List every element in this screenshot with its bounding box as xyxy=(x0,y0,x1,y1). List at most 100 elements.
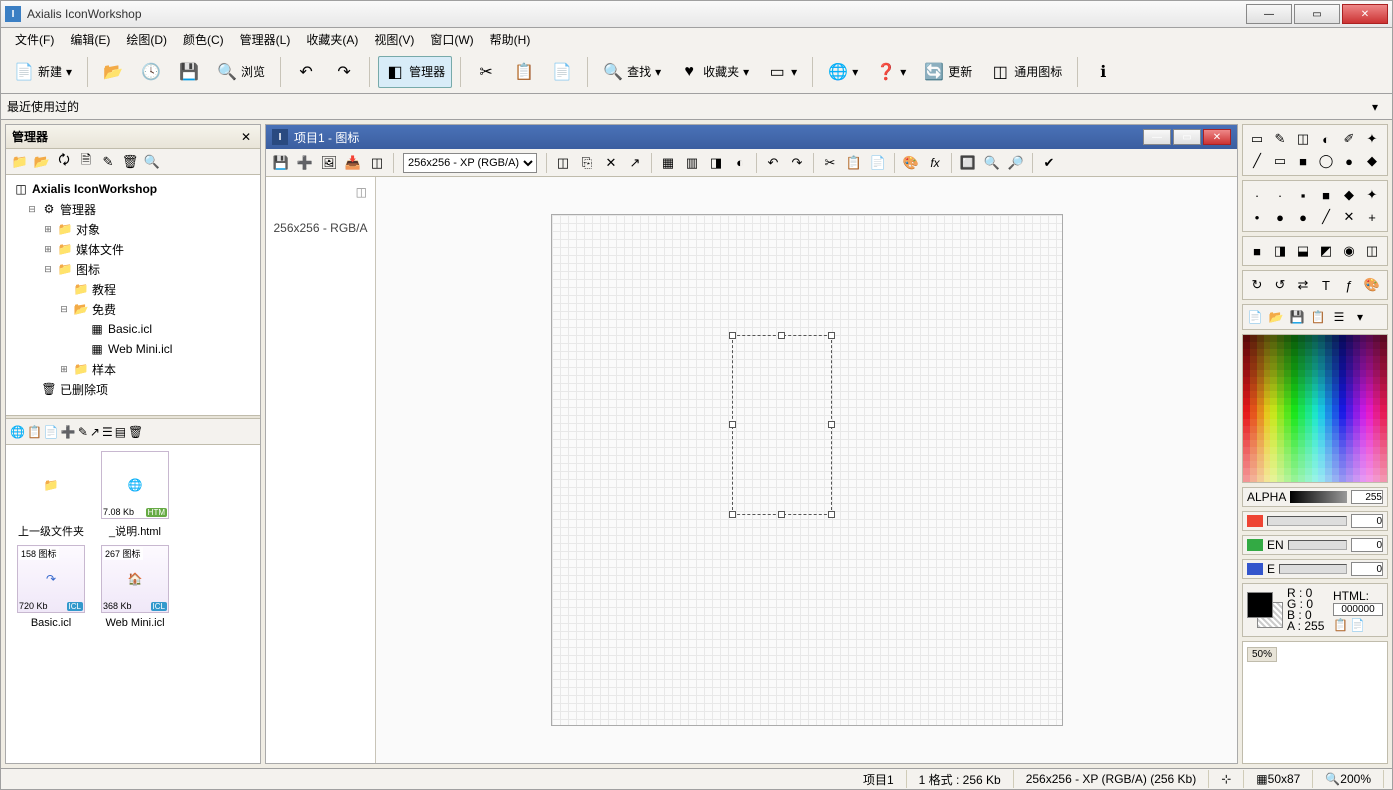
sel-handle-ne[interactable] xyxy=(828,332,835,339)
dt-fx[interactable]: fx xyxy=(924,152,946,174)
swatch[interactable] xyxy=(1270,454,1277,461)
swatch[interactable] xyxy=(1305,405,1312,412)
alpha-slider[interactable] xyxy=(1290,491,1347,503)
swatch[interactable] xyxy=(1366,405,1373,412)
swatch[interactable] xyxy=(1318,454,1325,461)
expand-icon[interactable]: ⊞ xyxy=(42,244,54,255)
properties-button[interactable]: 🗎 xyxy=(76,152,96,172)
swatch[interactable] xyxy=(1284,440,1291,447)
swatch[interactable] xyxy=(1325,447,1332,454)
swatch[interactable] xyxy=(1312,335,1319,342)
swatch[interactable] xyxy=(1380,475,1387,482)
swatch[interactable] xyxy=(1360,356,1367,363)
swatch[interactable] xyxy=(1264,384,1271,391)
swatch[interactable] xyxy=(1243,370,1250,377)
swatch[interactable] xyxy=(1284,426,1291,433)
swatch[interactable] xyxy=(1270,363,1277,370)
cut-button[interactable]: ✂ xyxy=(469,56,503,88)
swatch[interactable] xyxy=(1298,384,1305,391)
swatch[interactable] xyxy=(1305,426,1312,433)
swatch[interactable] xyxy=(1257,335,1264,342)
tool-filled-rect[interactable]: ■ xyxy=(1293,151,1313,171)
swatch[interactable] xyxy=(1277,426,1284,433)
swatch[interactable] xyxy=(1380,447,1387,454)
swatch[interactable] xyxy=(1257,363,1264,370)
flip-h[interactable]: ⇄ xyxy=(1293,275,1313,295)
tool-pencil[interactable]: ✎ xyxy=(1270,129,1290,149)
color-current[interactable] xyxy=(1247,592,1283,628)
rotate-right[interactable]: ↻ xyxy=(1247,275,1267,295)
menu-favorites[interactable]: 收藏夹(A) xyxy=(298,29,366,50)
swatch[interactable] xyxy=(1332,412,1339,419)
swatch[interactable] xyxy=(1346,335,1353,342)
swatch[interactable] xyxy=(1264,398,1271,405)
swatch[interactable] xyxy=(1270,349,1277,356)
swatch[interactable] xyxy=(1312,454,1319,461)
swatch[interactable] xyxy=(1264,419,1271,426)
swatch[interactable] xyxy=(1291,356,1298,363)
menu-window[interactable]: 窗口(W) xyxy=(422,29,481,50)
swatch[interactable] xyxy=(1353,356,1360,363)
tree-free[interactable]: ⊟📂免费 xyxy=(10,299,256,319)
brush-diamond[interactable]: ◆ xyxy=(1339,185,1359,205)
swatch[interactable] xyxy=(1360,426,1367,433)
menu-manager[interactable]: 管理器(L) xyxy=(232,29,299,50)
swatch[interactable] xyxy=(1366,356,1373,363)
swatch[interactable] xyxy=(1325,370,1332,377)
swatch[interactable] xyxy=(1346,468,1353,475)
swatch[interactable] xyxy=(1318,335,1325,342)
sel-handle-sw[interactable] xyxy=(729,511,736,518)
swatch[interactable] xyxy=(1366,440,1373,447)
menu-edit[interactable]: 编辑(E) xyxy=(62,29,118,50)
swatch[interactable] xyxy=(1360,398,1367,405)
swatch-save[interactable]: 💾 xyxy=(1288,308,1306,326)
swatch[interactable] xyxy=(1332,475,1339,482)
swatch[interactable] xyxy=(1298,391,1305,398)
swatch[interactable] xyxy=(1332,419,1339,426)
swatch[interactable] xyxy=(1257,447,1264,454)
swatch[interactable] xyxy=(1257,342,1264,349)
swatch[interactable] xyxy=(1305,342,1312,349)
swatch[interactable] xyxy=(1264,433,1271,440)
swatch[interactable] xyxy=(1312,384,1319,391)
swatch[interactable] xyxy=(1325,440,1332,447)
swatch[interactable] xyxy=(1264,447,1271,454)
swatch[interactable] xyxy=(1339,454,1346,461)
find-button[interactable]: 🔍查找▾ xyxy=(596,56,668,88)
fb-globe-button[interactable]: 🌐 xyxy=(10,425,25,439)
swatch[interactable] xyxy=(1332,349,1339,356)
swatch[interactable] xyxy=(1318,419,1325,426)
tool-line[interactable]: ╱ xyxy=(1247,151,1267,171)
swatch[interactable] xyxy=(1277,391,1284,398)
swatch[interactable] xyxy=(1380,454,1387,461)
dt-import[interactable]: 📥 xyxy=(342,152,364,174)
selection-rect[interactable] xyxy=(732,335,832,515)
rotate-left[interactable]: ↺ xyxy=(1270,275,1290,295)
dt-save[interactable]: 💾 xyxy=(270,152,292,174)
swatch[interactable] xyxy=(1339,377,1346,384)
swatch[interactable] xyxy=(1291,377,1298,384)
swatch[interactable] xyxy=(1332,356,1339,363)
swatch[interactable] xyxy=(1339,426,1346,433)
expand-icon[interactable]: ⊞ xyxy=(42,224,54,235)
swatch[interactable] xyxy=(1339,461,1346,468)
swatch[interactable] xyxy=(1360,468,1367,475)
swatch[interactable] xyxy=(1250,391,1257,398)
swatch[interactable] xyxy=(1339,475,1346,482)
swatch[interactable] xyxy=(1264,454,1271,461)
swatch[interactable] xyxy=(1318,447,1325,454)
swatch[interactable] xyxy=(1305,398,1312,405)
swatch[interactable] xyxy=(1305,356,1312,363)
swatch[interactable] xyxy=(1291,433,1298,440)
swatch[interactable] xyxy=(1360,342,1367,349)
fg-color[interactable] xyxy=(1247,592,1273,618)
brush-cross[interactable]: ✕ xyxy=(1339,207,1359,227)
sel-handle-nw[interactable] xyxy=(729,332,736,339)
swatch[interactable] xyxy=(1257,398,1264,405)
new-folder-button[interactable]: 📂 xyxy=(32,152,52,172)
swatch[interactable] xyxy=(1284,370,1291,377)
swatch[interactable] xyxy=(1339,342,1346,349)
swatch[interactable] xyxy=(1298,475,1305,482)
swatch-new[interactable]: 📄 xyxy=(1246,308,1264,326)
file-item-webmini[interactable]: 267 图标🏠368 KbICL Web Mini.icl xyxy=(96,545,174,629)
